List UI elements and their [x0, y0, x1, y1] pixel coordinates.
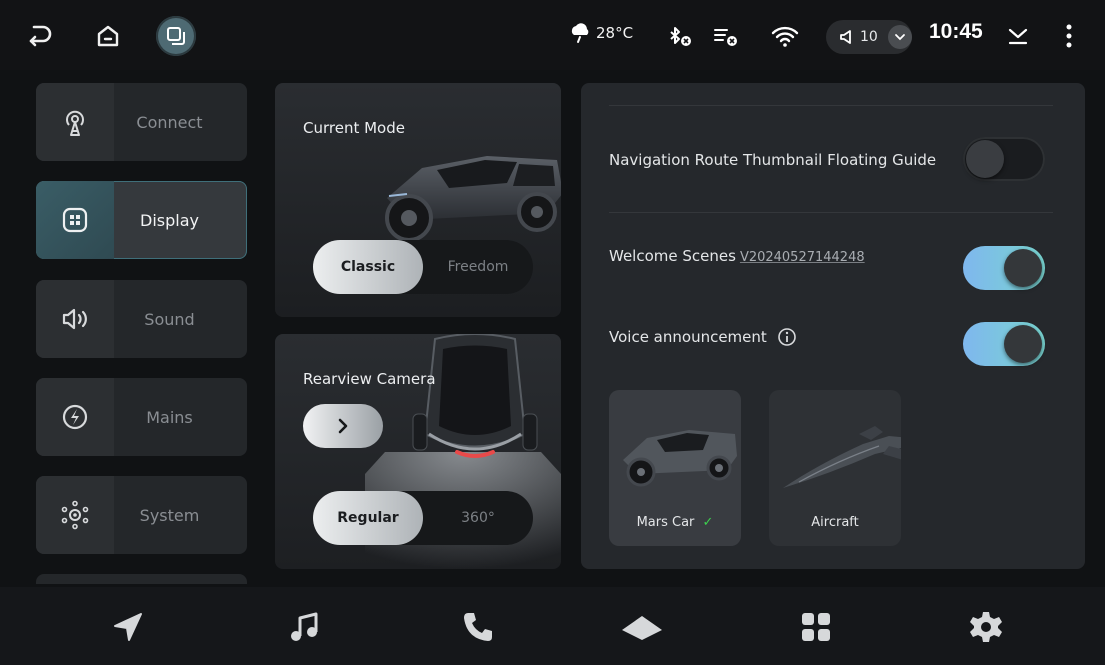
sidebar-item-label: Display — [140, 210, 199, 230]
divider — [609, 212, 1053, 213]
home-button[interactable] — [90, 18, 126, 54]
current-mode-title: Current Mode — [303, 119, 405, 137]
settings-icon — [970, 612, 1002, 642]
rearview-camera-title: Rearview Camera — [303, 370, 436, 388]
apps-icon — [802, 613, 830, 641]
info-icon[interactable] — [777, 327, 797, 347]
current-mode-card: Current Mode Classic Freedom — [275, 83, 561, 317]
clock: 10:45 — [929, 20, 983, 43]
aircraft-image — [783, 426, 901, 488]
dock-settings-button[interactable] — [964, 605, 1008, 649]
sidebar-item-label: Sound — [144, 309, 195, 329]
power-bolt-icon — [62, 404, 88, 430]
temperature: 28°C — [596, 24, 634, 42]
rearview-camera-card: Rearview Camera Regular 360° — [275, 334, 561, 569]
sidebar-item-icon-box — [36, 476, 114, 554]
music-icon — [291, 612, 318, 641]
bluetooth-status — [666, 24, 694, 50]
wifi-icon — [771, 26, 799, 47]
phone-icon — [464, 613, 492, 641]
data-status — [712, 24, 740, 50]
display-settings-panel: Navigation Route Thumbnail Floating Guid… — [581, 83, 1085, 569]
screen: 28°C 10 10:45 Connect Display Sound Main… — [0, 0, 1105, 665]
toggle-knob — [1004, 249, 1042, 287]
mode-car-image — [385, 156, 561, 242]
status-bar: 28°C 10 10:45 — [0, 0, 1105, 70]
download-icon — [1008, 28, 1028, 45]
sidebar-item-icon-box — [36, 378, 114, 456]
system-settings-icon — [61, 500, 89, 530]
nav-guide-label: Navigation Route Thumbnail Floating Guid… — [609, 151, 937, 169]
sidebar-item-connect[interactable]: Connect — [36, 83, 247, 161]
sidebar-item-label: System — [139, 505, 200, 525]
mars-car-image — [623, 430, 737, 487]
welcome-scenes-row: Welcome Scenes V20240527144248 — [609, 247, 865, 265]
sidebar-item-display[interactable]: Display — [36, 181, 247, 259]
back-icon — [29, 25, 52, 47]
mode-option-freedom[interactable]: Freedom — [423, 240, 533, 294]
camera-option-regular[interactable]: Regular — [313, 491, 423, 545]
home-icon — [97, 25, 119, 47]
voice-announcement-label: Voice announcement — [609, 328, 767, 346]
volume-icon — [840, 30, 851, 44]
car-home-icon — [622, 616, 662, 640]
rearview-camera-open-button[interactable] — [303, 404, 383, 448]
dock-car-button[interactable] — [620, 605, 664, 649]
display-grid-icon — [62, 207, 88, 233]
sidebar-item-icon-box — [36, 181, 114, 259]
more-icon — [1066, 24, 1072, 48]
mode-selector: Classic Freedom — [313, 240, 533, 294]
recents-button[interactable] — [156, 16, 196, 56]
navigation-icon — [114, 613, 142, 641]
scene-label: Aircraft — [811, 515, 859, 530]
bluetooth-off-icon — [670, 27, 691, 46]
sidebar-item-system[interactable]: System — [36, 476, 247, 554]
nav-guide-toggle[interactable] — [963, 137, 1045, 181]
wifi-status[interactable] — [770, 22, 800, 50]
welcome-scenes-toggle[interactable] — [963, 246, 1045, 290]
sidebar-item-icon-box — [36, 83, 114, 161]
chevron-right-icon — [338, 418, 348, 434]
sidebar-item-mains[interactable]: Mains — [36, 378, 247, 456]
sidebar-item-icon-box — [36, 280, 114, 358]
toggle-knob — [1004, 325, 1042, 363]
download-status[interactable] — [1004, 22, 1032, 50]
volume-expand-button[interactable] — [887, 25, 912, 49]
sidebar-item-label: Connect — [136, 112, 203, 132]
welcome-scenes-label: Welcome Scenes — [609, 247, 736, 265]
scene-label-row: Mars Car ✓ — [609, 515, 741, 530]
voice-announcement-row: Voice announcement — [609, 327, 797, 347]
dock-navigation-button[interactable] — [106, 605, 150, 649]
scene-mars-car[interactable]: Mars Car ✓ — [609, 390, 741, 546]
chevron-down-icon — [894, 34, 905, 41]
welcome-version-link[interactable]: V20240527144248 — [740, 250, 865, 265]
signal-tower-icon — [66, 110, 84, 136]
scene-aircraft[interactable]: Aircraft — [769, 390, 901, 546]
check-icon: ✓ — [702, 515, 714, 530]
scene-label: Mars Car — [636, 515, 695, 530]
speaker-icon — [62, 308, 87, 330]
recents-icon — [167, 27, 185, 45]
volume-level: 10 — [860, 29, 878, 45]
data-off-icon — [714, 29, 737, 46]
sidebar-item-label: Mains — [146, 407, 193, 427]
more-button[interactable] — [1058, 20, 1080, 52]
mode-option-classic[interactable]: Classic — [313, 240, 423, 294]
sidebar-item-partial[interactable] — [36, 574, 247, 584]
voice-announcement-toggle[interactable] — [963, 322, 1045, 366]
sidebar-item-sound[interactable]: Sound — [36, 280, 247, 358]
volume-control[interactable]: 10 — [826, 20, 912, 54]
toggle-knob — [966, 140, 1004, 178]
weather-rain-icon — [571, 23, 589, 43]
dock-phone-button[interactable] — [456, 605, 500, 649]
weather[interactable]: 28°C — [568, 22, 633, 44]
camera-option-360[interactable]: 360° — [423, 491, 533, 545]
dock-apps-button[interactable] — [794, 605, 838, 649]
camera-view-selector: Regular 360° — [313, 491, 533, 545]
back-button[interactable] — [22, 18, 58, 54]
divider — [609, 105, 1053, 106]
dock-music-button[interactable] — [283, 605, 327, 649]
bottom-dock — [0, 587, 1105, 665]
